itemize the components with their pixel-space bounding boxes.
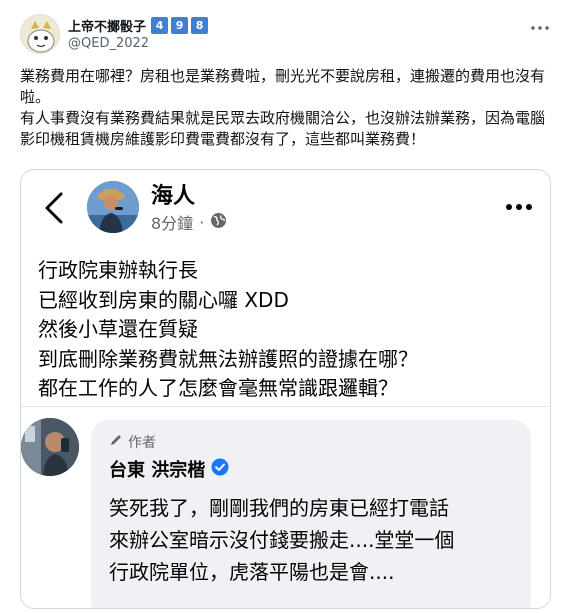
commenter-avatar [21, 418, 79, 476]
more-horizontal-icon [531, 15, 549, 34]
comment-line: 行政院單位，虎落平陽也是會.... [109, 560, 395, 584]
poster-avatar [87, 181, 139, 233]
post-body-line: 行政院東辦執行長 [38, 258, 198, 282]
post-meta: 8分鐘 · [151, 210, 227, 234]
tweet: 上帝不擲骰子 4 9 8 @QED_2022 業務費用在哪裡？房租也是業務費啦，… [0, 0, 570, 613]
post-body-line: 到底刪除業務費就無法辦護照的證據在哪？ [38, 346, 418, 371]
post-time: 8分鐘 [151, 214, 194, 233]
tweet-text: 業務費用在哪裡？房租也是業務費啦，刪光光不要說房租，連搬遷的費用也沒有啦。 有人… [20, 66, 556, 150]
author-avatar[interactable] [20, 14, 60, 54]
commenter-name-row: 台東 洪宗楷 [109, 456, 229, 482]
poster-name: 海人 [151, 184, 196, 209]
badge-digit: 9 [171, 16, 189, 34]
comment-author-label: 作者 [109, 432, 156, 452]
comment-line: 笑死我了，剛剛我們的房東已經打電話 [109, 496, 449, 520]
globe-icon [210, 212, 227, 233]
commenter-name: 台東 洪宗楷 [109, 460, 206, 481]
comment-text: 笑死我了，剛剛我們的房東已經打電話 來辦公室暗示沒付錢要搬走....堂堂一個 行… [109, 492, 519, 588]
more-horizontal-icon [504, 198, 534, 210]
tweet-paragraph: 有人事費沒有業務費結果就是民眾去政府機關洽公，也沒辦法辦業務，因為電腦影印機租賃… [20, 109, 546, 148]
back-chevron-icon [41, 190, 69, 226]
author-handle[interactable]: @QED_2022 [68, 36, 149, 51]
author-label-text: 作者 [128, 435, 156, 451]
comment-bubble: 作者 台東 洪宗楷 笑死我了，剛剛我們的房東已經打電話 來辦公室暗示沒付錢要搬走… [91, 420, 531, 608]
embedded-screenshot[interactable]: 海人 8分鐘 · 行政院東辦執行長 已經收到房東的關心囉 XDD 然後小草還在質… [20, 169, 551, 609]
meta-separator: · [199, 212, 205, 232]
comment-line: 來辦公室暗示沒付錢要搬走....堂堂一個 [109, 528, 455, 552]
verified-badge-icon [211, 458, 229, 480]
post-body-line: 都在工作的人了怎麼會毫無常識跟邏輯？ [38, 376, 398, 401]
post-body: 行政院東辦執行長 已經收到房東的關心囉 XDD 然後小草還在質疑 到底刪除業務費… [38, 256, 418, 404]
pencil-icon [109, 433, 123, 451]
post-body-line: 已經收到房東的關心囉 XDD [38, 287, 289, 312]
more-options-button[interactable] [528, 14, 552, 34]
badge-digit: 4 [151, 16, 169, 34]
post-body-line: 然後小草還在質疑 [38, 317, 198, 342]
author-display-name[interactable]: 上帝不擲骰子 [68, 16, 146, 35]
divider [21, 406, 550, 407]
author-name-row: 上帝不擲骰子 4 9 8 [68, 15, 209, 35]
badge-digit: 8 [191, 16, 209, 34]
tweet-paragraph: 業務費用在哪裡？房租也是業務費啦，刪光光不要說房租，連搬遷的費用也沒有啦。 [20, 67, 546, 106]
